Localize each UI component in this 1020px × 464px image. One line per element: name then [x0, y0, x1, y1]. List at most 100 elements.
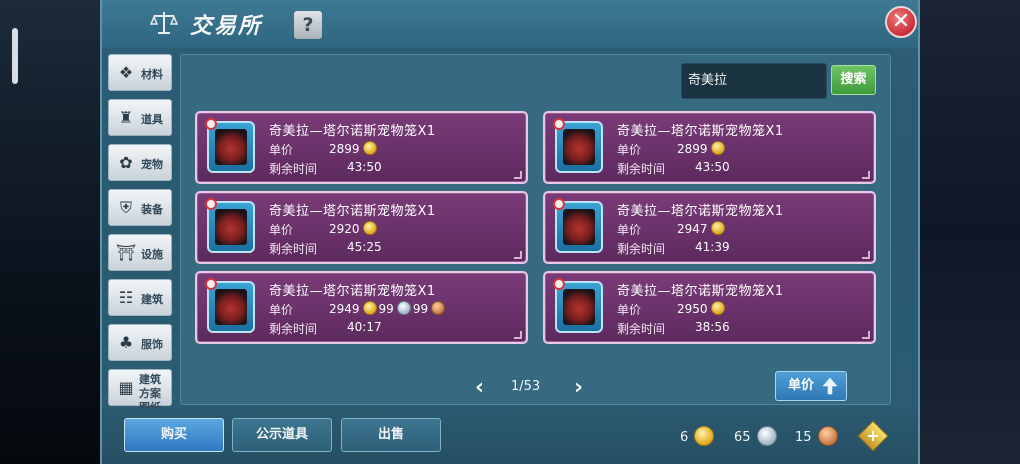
sidebar-item-pets[interactable]: ✿ 宠物 [108, 144, 172, 181]
price-label: 单价 [269, 143, 294, 157]
listing-card[interactable]: 奇美拉—塔尔诺斯宠物笼X1 单价 2899 剩余时间 43:50 [543, 111, 876, 184]
listing-name: 奇美拉—塔尔诺斯宠物笼X1 [269, 124, 436, 139]
close-button[interactable]: ✕ [885, 6, 917, 38]
time-value: 43:50 [347, 160, 382, 174]
price-value: 2949 99 99 [329, 301, 447, 316]
price-label: 单价 [617, 223, 642, 237]
price-value: 2899 [329, 141, 379, 156]
listing-name: 奇美拉—塔尔诺斯宠物笼X1 [617, 124, 784, 139]
time-value: 38:56 [695, 320, 730, 334]
scale-icon [150, 12, 178, 34]
corner-decoration [514, 171, 522, 179]
gold-coin-icon [694, 426, 715, 446]
exchange-window: 交易所 ? ✕ ❖ 材料 ♜ 道具 ✿ 宠物 ⛨ 装备 ⛩ 设施 ☷ 建筑 ♣ [100, 0, 920, 464]
gold-amount: 2899 [677, 142, 708, 156]
plus-icon: + [866, 426, 880, 445]
time-label: 剩余时间 [269, 162, 318, 176]
pet-cage-icon [215, 289, 247, 325]
bottom-bar: 购买 公示道具 出售 6 65 15 + [102, 408, 918, 464]
listing-card[interactable]: 奇美拉—塔尔诺斯宠物笼X1 单价 2920 剩余时间 45:25 [195, 191, 528, 264]
price-label: 单价 [269, 223, 294, 237]
listing-panel: 奇美拉 搜索 奇美拉—塔尔诺斯宠物笼X1 单价 2899 剩余时间 43:50 … [180, 54, 891, 405]
gold-amount: 2920 [329, 222, 360, 236]
tab-buy[interactable]: 购买 [124, 418, 224, 452]
gold-coin-icon [362, 141, 377, 155]
sidebar-item-label: 服饰 [141, 338, 163, 351]
sidebar-item-blueprints[interactable]: ▦ 建筑方案图纸 [108, 369, 172, 414]
help-button[interactable]: ? [294, 11, 322, 39]
pet-cage-icon [563, 129, 595, 165]
facility-icon: ⛩ [115, 243, 137, 262]
sidebar-item-materials[interactable]: ❖ 材料 [108, 54, 172, 91]
tab-public-items[interactable]: 公示道具 [232, 418, 332, 452]
time-label: 剩余时间 [617, 162, 666, 176]
badge-icon [553, 118, 565, 130]
price-value: 2950 [677, 301, 727, 316]
corner-decoration [862, 331, 870, 339]
gold-balance-value: 6 [680, 430, 689, 445]
add-currency-button[interactable]: + [857, 420, 889, 452]
gold-balance: 6 [680, 426, 716, 446]
price-label: 单价 [269, 303, 294, 317]
background-right [916, 0, 1020, 464]
potion-icon: ♜ [118, 108, 134, 127]
blueprint-icon: ▦ [118, 378, 134, 397]
sidebar-item-facilities[interactable]: ⛩ 设施 [108, 234, 172, 271]
time-label: 剩余时间 [269, 322, 318, 336]
listing-card[interactable]: 奇美拉—塔尔诺斯宠物笼X1 单价 2899 剩余时间 43:50 [195, 111, 528, 184]
silver-balance-value: 65 [734, 430, 751, 445]
search-input[interactable]: 奇美拉 [681, 63, 827, 99]
sidebar-item-label: 建筑 [141, 293, 163, 306]
prev-page-button[interactable]: ‹ [475, 375, 484, 400]
sidebar-item-items[interactable]: ♜ 道具 [108, 99, 172, 136]
badge-icon [205, 278, 217, 290]
shield-icon: ⛨ [119, 198, 132, 217]
listing-name: 奇美拉—塔尔诺斯宠物笼X1 [617, 204, 784, 219]
copper-coin-icon [817, 426, 838, 446]
search-button[interactable]: 搜索 [831, 65, 876, 95]
time-value: 41:39 [695, 240, 730, 254]
price-label: 单价 [617, 303, 642, 317]
sidebar-item-label: 宠物 [141, 158, 163, 171]
badge-icon [553, 198, 565, 210]
next-page-button[interactable]: › [574, 375, 583, 400]
silver-balance: 65 [734, 426, 779, 446]
clothing-icon: ♣ [118, 333, 134, 352]
corner-decoration [862, 171, 870, 179]
gold-coin-icon [710, 301, 725, 315]
tab-sell[interactable]: 出售 [341, 418, 441, 452]
sidebar-item-buildings[interactable]: ☷ 建筑 [108, 279, 172, 316]
sort-by-price-button[interactable]: 单价 [775, 371, 847, 401]
badge-icon [553, 278, 565, 290]
page-title: 交易所 [190, 14, 263, 39]
price-value: 2947 [677, 221, 727, 236]
corner-decoration [514, 331, 522, 339]
time-label: 剩余时间 [617, 242, 666, 256]
copper-amount: 99 [412, 302, 429, 316]
sidebar-item-label: 设施 [141, 248, 163, 261]
corner-decoration [514, 251, 522, 259]
gold-coin-icon [362, 221, 377, 235]
listing-card[interactable]: 奇美拉—塔尔诺斯宠物笼X1 单价 2947 剩余时间 41:39 [543, 191, 876, 264]
sidebar-item-label: 材料 [141, 68, 163, 81]
time-value: 43:50 [695, 160, 730, 174]
price-value: 2899 [677, 141, 727, 156]
scroll-handle[interactable] [12, 28, 18, 84]
time-value: 45:25 [347, 240, 382, 254]
pet-cage-icon [563, 289, 595, 325]
sidebar-item-label: 道具 [141, 113, 163, 126]
listing-card[interactable]: 奇美拉—塔尔诺斯宠物笼X1 单价 2950 剩余时间 38:56 [543, 271, 876, 344]
sort-label: 单价 [788, 378, 815, 393]
listing-name: 奇美拉—塔尔诺斯宠物笼X1 [269, 204, 436, 219]
building-icon: ☷ [118, 288, 134, 307]
listing-card[interactable]: 奇美拉—塔尔诺斯宠物笼X1 单价 2949 99 99 剩余时间 40:17 [195, 271, 528, 344]
pet-cage-icon [215, 209, 247, 245]
gold-coin-icon [710, 141, 725, 155]
materials-icon: ❖ [118, 63, 134, 82]
sidebar-item-clothing[interactable]: ♣ 服饰 [108, 324, 172, 361]
silver-coin-icon [756, 426, 777, 446]
time-label: 剩余时间 [269, 242, 318, 256]
sidebar-item-equipment[interactable]: ⛨ 装备 [108, 189, 172, 226]
silver-amount: 99 [378, 302, 394, 316]
price-label: 单价 [617, 143, 642, 157]
